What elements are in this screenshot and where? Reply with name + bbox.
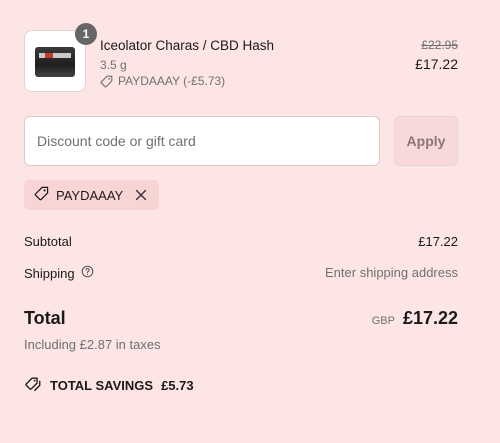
quantity-badge: 1: [75, 23, 97, 45]
product-thumbnail: 1: [24, 23, 97, 92]
subtotal-value: £17.22: [418, 234, 458, 249]
subtotal-label: Subtotal: [24, 234, 72, 249]
close-icon[interactable]: [133, 187, 149, 203]
shipping-value: Enter shipping address: [325, 265, 458, 280]
shipping-label-group: Shipping: [24, 265, 94, 281]
total-savings-value: £5.73: [161, 378, 194, 393]
tag-icon: [34, 186, 49, 204]
product-image-label: [39, 53, 71, 58]
discount-code-input[interactable]: [24, 116, 380, 166]
product-discount-label: PAYDAAAY (-£5.73): [118, 74, 226, 88]
apply-button[interactable]: Apply: [394, 116, 458, 166]
shipping-label: Shipping: [24, 265, 75, 281]
product-discount: PAYDAAAY (-£5.73): [100, 74, 225, 88]
total-savings-label: TOTAL SAVINGS: [50, 378, 154, 393]
total-label: Total: [24, 308, 66, 328]
discount-form: Apply: [24, 116, 458, 166]
tags-icon: [24, 376, 42, 395]
product-variant: 3.5 g: [100, 58, 127, 72]
help-circle-icon[interactable]: [81, 265, 94, 281]
tax-note: Including £2.87 in taxes: [24, 337, 161, 352]
line-item: 1 Iceolator Charas / CBD Hash 3.5 g PAYD…: [24, 23, 458, 92]
product-image-accent: [45, 53, 53, 58]
applied-discount-chip: PAYDAAAY: [24, 180, 160, 210]
currency-code: GBP: [371, 315, 395, 327]
total-value-group: GBP £17.22: [372, 308, 458, 329]
product-name: Iceolator Charas / CBD Hash: [100, 38, 275, 53]
product-price: £17.22: [415, 56, 458, 72]
total-value: £17.22: [402, 308, 458, 328]
original-price: £22.95: [421, 38, 458, 52]
product-image: [35, 47, 75, 77]
total-savings: TOTAL SAVINGS £5.73: [24, 376, 194, 395]
tag-icon: [100, 75, 113, 88]
applied-discount-code: PAYDAAAY: [56, 187, 124, 203]
